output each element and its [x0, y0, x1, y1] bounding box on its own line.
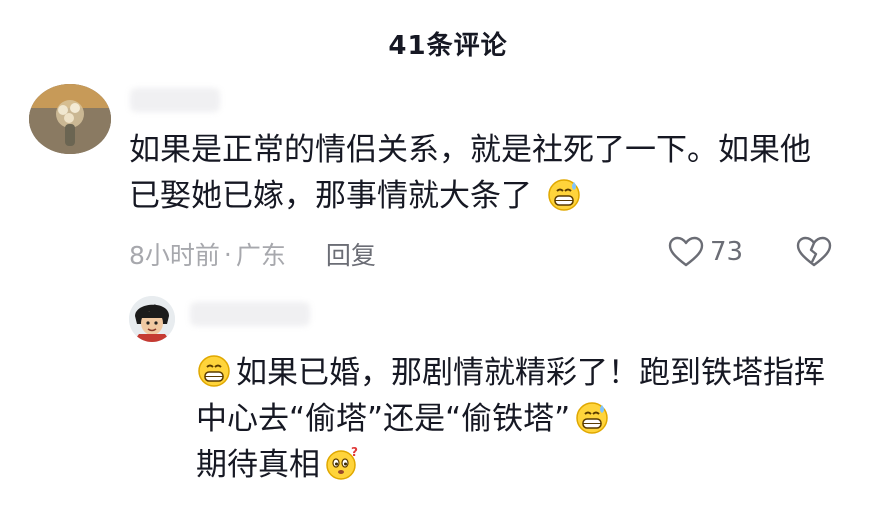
grin-emoji-icon [198, 355, 230, 387]
comment-count-title: 41条评论 [388, 30, 508, 61]
comments-header: 41条评论 [0, 0, 896, 82]
sweat-grin-emoji-icon [576, 402, 608, 434]
dislike-button[interactable] [796, 236, 832, 272]
like-button[interactable]: 73 [668, 236, 743, 268]
broken-heart-icon [796, 236, 832, 267]
comment-meta: 8小时前 · 广东 回复 [129, 236, 376, 272]
reply-button[interactable]: 回复 [326, 236, 376, 272]
reply-username-blurred[interactable] [190, 302, 310, 326]
meta-separator: · [223, 239, 232, 269]
like-count: 73 [710, 237, 744, 267]
username-blurred[interactable] [130, 88, 220, 112]
comment-body: 如果是正常的情侣关系，就是社死了一下。如果他已娶她已嫁，那事情就大条了 [129, 127, 829, 219]
thinking-emoji-icon: ? [326, 445, 358, 480]
reply-text: 如果已婚，那剧情就精彩了！跑到铁塔指挥中心去“偷塔”还是“偷铁塔” [196, 355, 825, 437]
reply-avatar[interactable] [129, 296, 175, 342]
reply-body: 如果已婚，那剧情就精彩了！跑到铁塔指挥中心去“偷塔”还是“偷铁塔” 期待真相 ? [196, 350, 836, 488]
svg-text:?: ? [351, 445, 358, 459]
comment-text: 如果是正常的情侣关系，就是社死了一下。如果他已娶她已嫁，那事情就大条了 [129, 132, 811, 214]
avatar[interactable] [29, 84, 111, 154]
avatar-image [29, 84, 111, 154]
reply-text-line2: 期待真相 [196, 447, 320, 483]
sweat-grin-emoji-icon [548, 179, 580, 211]
comment-time: 8小时前 [129, 241, 220, 270]
heart-icon [668, 236, 704, 267]
comment-location: 广东 [235, 241, 286, 270]
reply-avatar-image [129, 296, 175, 342]
